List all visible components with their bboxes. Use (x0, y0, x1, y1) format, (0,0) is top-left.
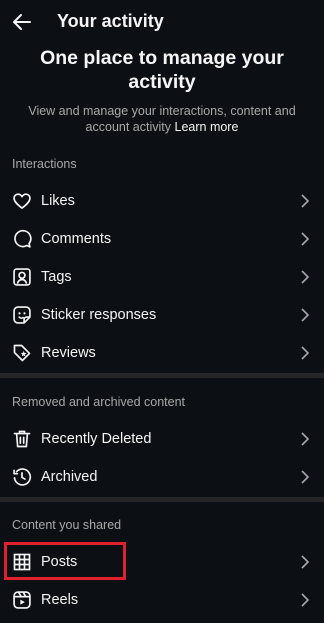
menu-item-likes[interactable]: Likes (0, 182, 324, 220)
chevron-right-icon (301, 470, 310, 484)
chevron-right-icon (301, 346, 310, 360)
hero-description-text: View and manage your interactions, conte… (28, 104, 296, 134)
trash-icon (13, 430, 31, 448)
tag-person-icon (13, 268, 31, 286)
menu-item-comments[interactable]: Comments (0, 220, 324, 258)
menu-item-label: Tags (41, 269, 72, 285)
section-heading-interactions: Interactions (12, 157, 77, 171)
section-heading-removed-archived: Removed and archived content (12, 395, 186, 409)
hero-description: View and manage your interactions, conte… (20, 103, 304, 135)
page-title: Your activity (57, 11, 164, 31)
reels-icon (13, 591, 31, 609)
section-divider (0, 497, 324, 502)
chevron-right-icon (301, 194, 310, 208)
menu-item-label: Sticker responses (41, 307, 157, 323)
chevron-right-icon (301, 593, 310, 607)
chevron-right-icon (301, 555, 310, 569)
menu-item-archived[interactable]: Archived (0, 458, 324, 496)
menu-item-recently-deleted[interactable]: Recently Deleted (0, 420, 324, 458)
sticker-icon (13, 306, 31, 324)
menu-item-label: Reviews (41, 345, 96, 361)
heart-icon (13, 193, 31, 209)
menu-item-tags[interactable]: Tags (0, 258, 324, 296)
section-heading-content-shared: Content you shared (12, 518, 122, 532)
hero-title: One place to manage your activity (40, 47, 284, 93)
chevron-right-icon (301, 232, 310, 246)
back-button[interactable] (10, 10, 34, 34)
comment-icon (14, 229, 32, 248)
menu-item-label: Recently Deleted (41, 431, 152, 447)
menu-item-label: Archived (41, 469, 98, 485)
chevron-right-icon (301, 432, 310, 446)
menu-item-sticker-responses[interactable]: Sticker responses (0, 296, 324, 334)
learn-more-link[interactable]: Learn more (175, 120, 239, 134)
menu-item-label: Likes (41, 193, 75, 209)
menu-item-reels[interactable]: Reels (0, 581, 324, 619)
chevron-right-icon (301, 308, 310, 322)
chevron-right-icon (301, 270, 310, 284)
arrow-left-icon (13, 14, 31, 30)
menu-item-label: Comments (41, 231, 112, 247)
section-divider (0, 373, 324, 378)
highlight-box (4, 542, 126, 580)
archive-clock-icon (13, 468, 32, 486)
review-tag-icon (13, 344, 31, 362)
menu-item-label: Reels (41, 592, 79, 608)
top-bar: Your activity (0, 0, 324, 42)
menu-item-reviews[interactable]: Reviews (0, 334, 324, 372)
